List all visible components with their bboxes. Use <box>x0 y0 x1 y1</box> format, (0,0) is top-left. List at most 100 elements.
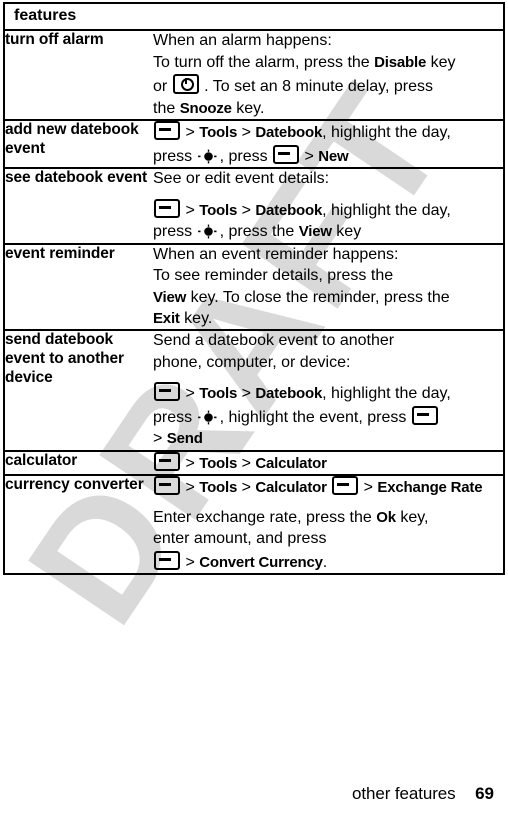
feature-description-cell: When an alarm happens: To turn off the al… <box>153 30 504 122</box>
text-run: or <box>153 78 172 96</box>
text-run: , press the <box>219 223 299 241</box>
keyword: View <box>153 288 187 306</box>
menu-key-icon <box>273 144 300 164</box>
path-separator: > <box>237 385 256 403</box>
feature-name-cell: turn off alarm <box>4 30 153 122</box>
text-run: , highlight the day, <box>322 201 451 219</box>
text-run: phone, computer, or device: <box>153 353 351 371</box>
description-line: To see reminder details, press the <box>153 266 503 286</box>
path-separator: > <box>181 553 200 571</box>
text-run: press <box>153 223 197 241</box>
nav-key-icon <box>197 410 217 425</box>
path-separator: > <box>181 385 200 403</box>
description-line: > Convert Currency. <box>153 550 503 573</box>
description-line: > Tools > Datebook, highlight the day, <box>153 198 503 221</box>
feature-description-cell: > Tools > Datebook, highlight the day, pr… <box>153 120 504 170</box>
text-run: key <box>426 53 456 71</box>
nav-key-icon <box>197 149 217 164</box>
menu-key-icon <box>154 451 180 471</box>
description-line: the Snooze key. <box>153 99 503 119</box>
text-run: key. To close the reminder, press the <box>186 288 450 306</box>
path-separator: > <box>300 147 319 165</box>
feature-name-cell: add new datebook event <box>4 120 153 170</box>
feature-name-cell: calculator <box>4 450 153 477</box>
text-run: To see reminder details, press the <box>153 267 394 285</box>
text-run: When an alarm happens: <box>153 32 332 50</box>
keyword: Send <box>166 430 203 448</box>
text-run: key <box>331 223 362 241</box>
description-line: phone, computer, or device: <box>153 353 503 373</box>
keyword: Disable <box>374 53 427 71</box>
feature-description-cell: > Tools > Calculator > Exchange Rate Ente… <box>153 475 504 574</box>
menu-key-icon <box>154 550 180 570</box>
text-run: , highlight the day, <box>322 124 451 142</box>
text-run: Enter exchange rate, press the <box>153 508 377 526</box>
description-line: See or edit event details: <box>153 169 503 189</box>
description-line: Send a datebook event to another <box>153 331 503 351</box>
keyword: Calculator <box>255 479 327 497</box>
text-run: , press <box>219 147 273 165</box>
keyword: Tools <box>199 201 238 219</box>
keyword: Tools <box>199 479 238 497</box>
description-line: Exit key. <box>153 309 503 329</box>
feature-name-cell: event reminder <box>4 243 153 332</box>
text-run: enter amount, and press <box>153 530 327 548</box>
keyword: View <box>298 223 332 241</box>
menu-key-icon <box>154 198 180 218</box>
description-line: View key. To close the reminder, press t… <box>153 288 503 308</box>
keyword: Datebook <box>255 201 323 219</box>
description-line: or . To set an 8 minute delay, press <box>153 74 503 97</box>
keyword: Exchange Rate <box>377 479 483 497</box>
feature-description-cell: See or edit event details: > Tools > Dat… <box>153 168 504 245</box>
table-row: currency converter > Tools > Calculator … <box>4 475 504 574</box>
keyword: Tools <box>199 454 238 472</box>
description-line: press , press the View key <box>153 222 503 242</box>
path-separator: > <box>237 479 256 497</box>
text-run <box>327 479 331 496</box>
menu-key-icon <box>411 405 438 425</box>
path-separator: > <box>181 124 200 142</box>
path-separator: > <box>181 479 200 497</box>
description-line: To turn off the alarm, press the Disable… <box>153 53 503 73</box>
table-row: turn off alarm When an alarm happens: To t… <box>4 30 504 122</box>
keyword: Datebook <box>255 385 323 403</box>
features-table-header-cell: features <box>4 3 504 32</box>
text-run: . <box>322 553 328 571</box>
text-run: , highlight the day, <box>322 385 451 403</box>
text-run: To turn off the alarm, press the <box>153 53 375 71</box>
features-table-header-row: features <box>4 3 504 32</box>
features-column-header: features <box>14 7 77 24</box>
text-run: key. <box>231 99 265 117</box>
nav-key-icon <box>197 224 217 239</box>
text-run: key. <box>179 310 213 328</box>
footer-page-number: 69 <box>475 784 494 803</box>
description-line: When an alarm happens: <box>153 31 503 51</box>
text-run: the <box>153 99 180 117</box>
text-run: , highlight the event, press <box>219 408 411 426</box>
keyword: Convert Currency <box>199 553 323 571</box>
path-separator: > <box>181 201 200 219</box>
description-line: > Tools > Datebook, highlight the day, <box>153 382 503 404</box>
text-run: key, <box>395 508 429 526</box>
feature-name-cell: send datebook event to another device <box>4 330 153 452</box>
keyword: Calculator <box>255 454 327 472</box>
description-line: > Tools > Calculator > Exchange Rate <box>153 476 503 498</box>
feature-name-cell: see datebook event <box>4 168 153 245</box>
menu-key-icon <box>154 121 180 141</box>
keyword: Exit <box>153 310 180 328</box>
footer-section-label: other features <box>352 784 456 803</box>
feature-description-cell: Send a datebook event to another phone, c… <box>153 330 504 452</box>
text-run: Send a datebook event to another <box>153 332 395 350</box>
text-run: When an event reminder happens: <box>153 245 399 263</box>
keyword: New <box>318 147 349 165</box>
text-run: press <box>153 408 197 426</box>
description-line: When an event reminder happens: <box>153 245 503 265</box>
description-line: Enter exchange rate, press the Ok key, <box>153 508 503 528</box>
path-separator: > <box>181 454 200 472</box>
page-footer: other features 69 <box>0 784 494 804</box>
keyword: Snooze <box>179 99 232 117</box>
text-run: press <box>153 147 197 165</box>
power-key-icon <box>172 74 199 95</box>
table-row: see datebook event See or edit event deta… <box>4 168 504 245</box>
description-line: press , press > New <box>153 144 503 167</box>
